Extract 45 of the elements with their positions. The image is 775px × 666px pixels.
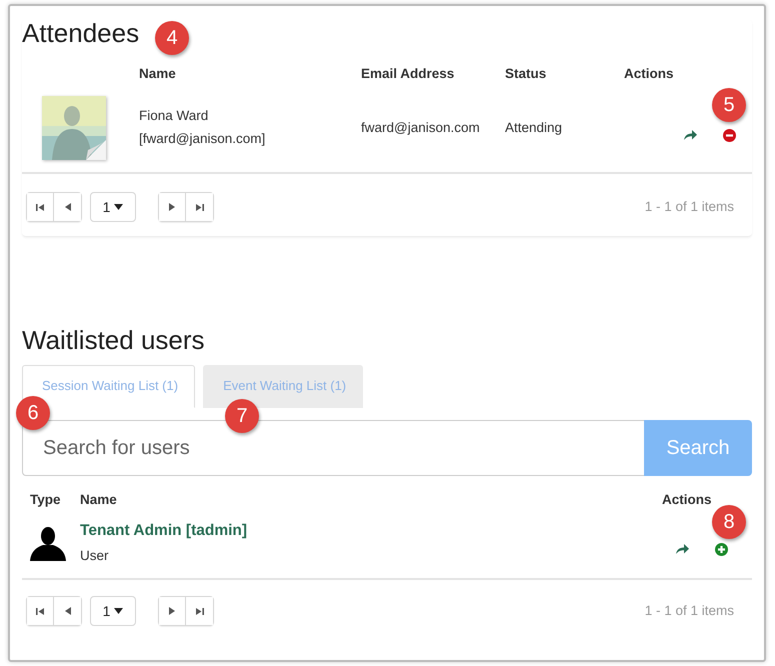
remove-icon[interactable] [723, 128, 736, 142]
add-icon[interactable] [715, 542, 728, 556]
user-silhouette-icon [30, 525, 66, 561]
last-page-button[interactable] [186, 596, 214, 626]
column-header: Actions [624, 65, 675, 83]
skip-first-icon [36, 606, 44, 616]
column-header: Type [30, 490, 61, 509]
pagination-info: 1 - 1 of 1 items [644, 198, 734, 216]
callout-badge: 8 [712, 505, 746, 539]
skip-last-icon [195, 202, 204, 212]
section-title: Waitlisted users [22, 327, 205, 354]
user-name-link[interactable]: Tenant Admin [tadmin] [80, 522, 248, 539]
user-type: User [80, 547, 110, 565]
caret-icon [114, 204, 124, 210]
column-header: Name [139, 65, 177, 83]
column-header: Actions [662, 490, 712, 509]
next-page-button[interactable] [158, 596, 186, 626]
previous-page-button[interactable] [54, 192, 82, 222]
caret-icon [114, 608, 124, 614]
attendee-username: [fward@janison.com] [139, 130, 266, 148]
pagination-info: 1 - 1 of 1 items [644, 602, 734, 620]
previous-icon [64, 607, 70, 615]
next-icon [169, 607, 175, 615]
skip-first-icon [36, 202, 44, 212]
first-page-button[interactable] [26, 596, 54, 626]
column-header: Status [505, 65, 548, 83]
attendee-name: Fiona Ward [139, 107, 210, 126]
column-header: Email Address [361, 65, 456, 83]
share-arrow-icon[interactable] [676, 544, 689, 554]
column-header: Name [80, 490, 117, 509]
attendee-status: Attending [505, 119, 564, 138]
previous-page-button[interactable] [54, 596, 82, 626]
next-page-button[interactable] [158, 192, 186, 222]
page-dropdown[interactable]: 1 [90, 192, 136, 222]
section-title: Attendees [22, 20, 140, 46]
callout-badge: 4 [155, 21, 189, 55]
first-page-button[interactable] [26, 192, 54, 222]
attendee-email: fward@janison.com [361, 119, 481, 138]
next-icon [169, 203, 175, 212]
last-page-button[interactable] [186, 192, 214, 222]
callout-badge: 5 [712, 88, 746, 122]
page-dropdown[interactable]: 1 [90, 596, 136, 626]
previous-icon [64, 203, 70, 212]
share-arrow-icon[interactable] [684, 130, 697, 140]
skip-last-icon [195, 606, 204, 616]
